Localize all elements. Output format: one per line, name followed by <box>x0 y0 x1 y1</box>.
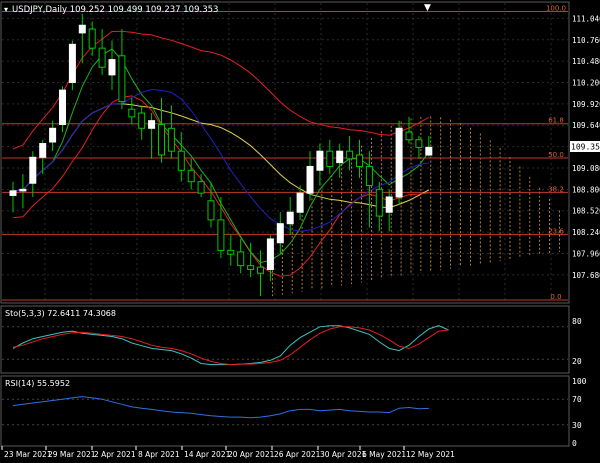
candle-body <box>385 196 393 213</box>
fib-level-label: 61.8 <box>548 117 564 125</box>
price-axis-label: 110.200 <box>572 79 600 88</box>
candle-body <box>128 108 136 118</box>
price-axis-label: 109.080 <box>572 164 600 173</box>
fib-level-label: 38.2 <box>548 185 564 193</box>
candle-body <box>375 188 383 217</box>
time-axis-label: 29 Mar 2021 <box>48 450 96 459</box>
candle-body <box>395 127 403 198</box>
candle-body <box>257 266 264 274</box>
main-panel[interactable] <box>0 1 570 304</box>
time-axis-label: 20 Apr 2021 <box>228 450 275 459</box>
time-axis-label: 14 Apr 2021 <box>184 450 231 459</box>
candle-body <box>68 43 76 83</box>
price-axis-label: 109.920 <box>572 100 600 109</box>
candle-body <box>247 265 255 270</box>
current-price: 109.353 <box>571 143 600 152</box>
candle-body <box>266 238 274 270</box>
price-axis-label: 108.800 <box>572 185 600 194</box>
time-axis-label: 23 Mar 2021 <box>4 450 52 459</box>
candle-body <box>276 223 284 244</box>
candle-body <box>306 165 314 194</box>
candle-body <box>138 112 146 129</box>
symbol-info: USDJPY,Daily 109.252 109.499 109.237 109… <box>12 5 218 15</box>
candle-body <box>405 131 413 141</box>
candle-body <box>29 156 37 184</box>
time-axis-label: 8 Apr 2021 <box>138 450 180 459</box>
candle-body <box>39 143 47 158</box>
time-axis-label: 30 Apr 2021 <box>320 450 367 459</box>
price-axis-label: 110.760 <box>572 36 600 45</box>
header-triangle-icon: ▾ <box>4 5 8 14</box>
candle-body <box>237 251 245 267</box>
candle-body <box>59 89 66 125</box>
price-axis-label: 107.680 <box>572 271 600 280</box>
fib-level-label: 100.0 <box>546 5 566 13</box>
fib-level-label: 23.6 <box>548 227 564 235</box>
rsi-tick-100: 100 <box>572 377 587 386</box>
time-axis-label: 6 May 2021 <box>362 450 406 459</box>
fib-level-label: 50.0 <box>548 151 564 159</box>
candle-body <box>227 249 235 255</box>
candle-body <box>177 150 185 171</box>
candle-body <box>365 165 373 187</box>
candle-body <box>49 127 57 143</box>
candle-body <box>187 169 195 183</box>
candle-body <box>356 154 363 167</box>
candle-body <box>19 188 27 192</box>
candle-body <box>98 47 106 68</box>
candle-body <box>197 181 205 194</box>
time-axis-label: 26 Apr 2021 <box>274 450 321 459</box>
candle-body <box>296 192 304 213</box>
candle-body <box>207 200 215 221</box>
oscillator-lines <box>2 325 568 426</box>
rsi-tick-30: 30 <box>572 421 582 430</box>
candle-body <box>217 219 225 251</box>
price-axis-label: 111.040 <box>572 14 600 23</box>
candle-body <box>316 150 324 171</box>
time-axis: 23 Mar 202129 Mar 20212 Apr 2021 8 Apr 20… <box>1 446 455 459</box>
rsi-panel[interactable] <box>0 375 570 447</box>
candle-body <box>148 120 156 129</box>
rsi-label: RSI(14) 55.5952 <box>5 379 70 388</box>
candle-body <box>9 190 17 196</box>
candle-body <box>336 150 344 164</box>
price-axis-label: 110.480 <box>572 57 600 66</box>
candle-body <box>167 127 175 152</box>
rsi-tick-70: 70 <box>572 395 582 404</box>
collapse-icon[interactable]: ▼ <box>424 3 431 13</box>
stoch-label: Sto(5,3,3) 72.6411 74.3068 <box>5 309 116 318</box>
candle-body <box>158 123 165 156</box>
candle-body <box>108 59 116 76</box>
fibonacci-levels: 100.0 61.8 50.0 38.2 23.6 0.0 <box>2 5 568 301</box>
fib-level-label: 0.0 <box>550 293 561 301</box>
candle-body <box>346 150 354 160</box>
rsi-line <box>12 396 429 419</box>
time-axis-label: 2 Apr 2021 <box>94 450 136 459</box>
time-axis-label: 12 May 2021 <box>406 450 455 459</box>
candle-body <box>118 55 126 103</box>
candle-body <box>88 28 96 49</box>
price-axis-label: 108.520 <box>572 207 600 216</box>
grid <box>2 3 568 302</box>
candle-body <box>425 146 433 156</box>
price-axis-label: 109.640 <box>572 121 600 130</box>
candle-body <box>326 150 334 167</box>
chart-canvas: 100.0 61.8 50.0 38.2 23.6 0.0 ▾ USDJPY,Daily … <box>0 1 600 459</box>
stoch-tick-20: 20 <box>572 357 582 366</box>
price-axis-label: 107.960 <box>572 249 600 258</box>
candle-body <box>415 139 423 148</box>
stoch-tick-80: 80 <box>572 317 582 326</box>
rsi-tick-0: 0 <box>572 439 577 448</box>
candle-body <box>78 24 86 34</box>
price-axis-label: 108.240 <box>572 228 600 237</box>
candle-body <box>286 211 294 225</box>
